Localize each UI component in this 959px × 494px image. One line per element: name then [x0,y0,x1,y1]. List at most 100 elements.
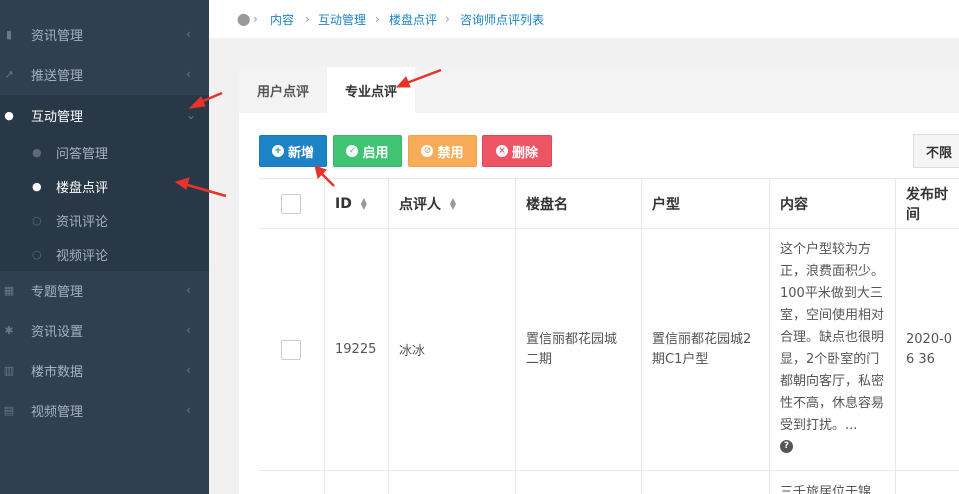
subitem-estate-review[interactable]: ● 楼盘点评 [0,169,209,203]
breadcrumb-separator: › [253,12,258,26]
chevron-down-icon: ⌄ [186,108,197,122]
chevron-left-icon: ‹ [186,27,191,41]
breadcrumb-separator: › [445,12,450,26]
table-cell-reviewer [389,471,516,494]
breadcrumb-separator: › [305,12,310,26]
question-circle-icon[interactable]: ? [780,440,793,453]
question-circle-icon: ● [32,145,42,159]
interaction-submenu: ● 问答管理 ● 楼盘点评 ○ 资讯评论 ○ 视频评论 [0,135,209,271]
comments-icon: ● [32,179,42,193]
row-select-cell [259,471,325,494]
main-panel: 用户点评 专业点评 + 新增 ✓ 启用 ⊘ 禁用 × 删除 不限 ID ▲ ▼ 点… [239,67,959,494]
select-all-checkbox[interactable] [281,193,301,214]
breadcrumb-item[interactable]: 内容 [270,11,294,28]
plus-circle-icon: + [271,145,284,157]
table-cell-time: 2020-06 36 [896,229,959,471]
breadcrumb-item: 咨询师点评列表 [460,12,545,27]
comment-icon: ● [4,108,14,122]
grid-icon: ▦ [3,283,15,297]
select-all-header [259,179,325,229]
breadcrumb: ⬤ › 内容 › 互动管理 › 楼盘点评 › 咨询师点评列表 [209,0,959,38]
sidebar: ▮ 资讯管理 ‹ ↗ 推送管理 ‹ ● 互动管理 ⌄ ● 问答管理 ● 楼盘点评… [0,0,209,494]
chevron-left-icon: ‹ [186,283,191,297]
row-checkbox[interactable] [281,339,301,360]
column-header-estate: 楼盘名 [516,179,642,229]
chevron-left-icon: ‹ [186,323,191,337]
table-cell-id [325,471,389,494]
table-cell-estate [516,471,642,494]
table-cell-content: 这个户型较为方正，浪费面积少。100平米做到大三室，空间使用相对合理。缺点也很明… [770,229,896,471]
chevron-left-icon: ‹ [186,363,191,377]
table-cell-content: 三千旅居位于锦 [770,471,896,494]
layout-text: 置信丽都花园城2期C1户型 [652,331,752,367]
tab-user-review[interactable]: 用户点评 [239,67,327,113]
sort-icon: ▲ ▼ [360,195,367,211]
enable-button-label: 启用 [362,145,389,161]
comment-outline-icon: ○ [32,247,42,261]
table-cell-layout: 置信丽都花园城2期C1户型 [642,229,770,471]
gear-icon: ✱ [4,323,14,337]
times-circle-icon: × [495,145,508,157]
film-icon: ▤ [3,403,15,417]
comment-outline-icon: ○ [32,213,42,227]
sidebar-item-label: 楼市数据 [31,364,84,380]
sidebar-item-label: 资讯管理 [31,28,84,44]
check-circle-icon: ✓ [346,145,359,157]
sidebar-item-label: 视频管理 [31,404,84,420]
time-text: 2020-06 36 [906,331,953,367]
add-button-label: 新增 [287,145,314,161]
file-icon: ▮ [5,27,13,41]
enable-button[interactable]: ✓ 启用 [333,135,402,167]
sidebar-item-market-data[interactable]: ▥ 楼市数据 ‹ [0,350,209,390]
sidebar-item-settings[interactable]: ✱ 资讯设置 ‹ [0,310,209,350]
table-cell-layout [642,471,770,494]
table-cell-estate: 置信丽都花园城二期 [516,229,642,471]
subitem-label: 问答管理 [56,146,109,162]
column-header-reviewer[interactable]: 点评人 ▲ ▼ [389,179,516,229]
breadcrumb-separator: › [375,12,380,26]
sidebar-item-push[interactable]: ↗ 推送管理 ‹ [0,54,209,94]
table-cell-id: 19225 [325,229,389,471]
subitem-news-comment[interactable]: ○ 资讯评论 [0,203,209,237]
external-link-icon: ↗ [4,67,14,81]
sidebar-item-label: 推送管理 [31,68,84,84]
sidebar-item-news[interactable]: ▮ 资讯管理 ‹ [0,14,209,54]
add-button[interactable]: + 新增 [259,135,327,167]
row-select-cell [259,229,325,471]
bar-chart-icon: ▥ [3,363,15,377]
table-cell-reviewer: 冰冰 [389,229,516,471]
header-label: 点评人 [399,196,441,213]
column-header-layout: 户型 [642,179,770,229]
breadcrumb-item[interactable]: 互动管理 [318,11,366,28]
estate-text: 置信丽都花园城二期 [526,331,618,367]
review-tabs: 用户点评 专业点评 [239,67,959,113]
disable-button[interactable]: ⊘ 禁用 [408,135,477,167]
sidebar-item-label: 专题管理 [31,284,84,300]
column-header-content: 内容 [770,179,896,229]
breadcrumb-item[interactable]: 楼盘点评 [389,11,437,28]
content-text: 这个户型较为方正，浪费面积少。100平米做到大三室，空间使用相对合理。缺点也很明… [780,242,885,433]
chevron-left-icon: ‹ [186,67,191,81]
column-header-id[interactable]: ID ▲ ▼ [325,179,389,229]
subitem-label: 楼盘点评 [56,180,109,196]
sidebar-item-label: 资讯设置 [31,324,84,340]
sidebar-item-topic[interactable]: ▦ 专题管理 ‹ [0,270,209,310]
delete-button-label: 删除 [511,145,538,161]
map-marker-icon: ⬤ [237,12,251,26]
ban-icon: ⊘ [421,145,434,157]
column-header-time: 发布时间 [896,179,959,229]
status-filter-select[interactable]: 不限 [913,134,959,168]
delete-button[interactable]: × 删除 [482,135,552,167]
tab-pro-review[interactable]: 专业点评 [327,67,415,113]
subitem-label: 资讯评论 [56,214,109,230]
sidebar-item-label: 互动管理 [31,109,84,125]
sidebar-item-video[interactable]: ▤ 视频管理 ‹ [0,390,209,430]
sort-icon: ▲ ▼ [449,195,457,211]
subitem-qa[interactable]: ● 问答管理 [0,135,209,169]
table-cell-time [896,471,959,494]
header-label: ID [335,195,352,212]
subitem-video-comment[interactable]: ○ 视频评论 [0,237,209,271]
disable-button-label: 禁用 [437,145,464,161]
subitem-label: 视频评论 [56,248,109,264]
sidebar-item-interaction[interactable]: ● 互动管理 ⌄ [0,95,209,135]
